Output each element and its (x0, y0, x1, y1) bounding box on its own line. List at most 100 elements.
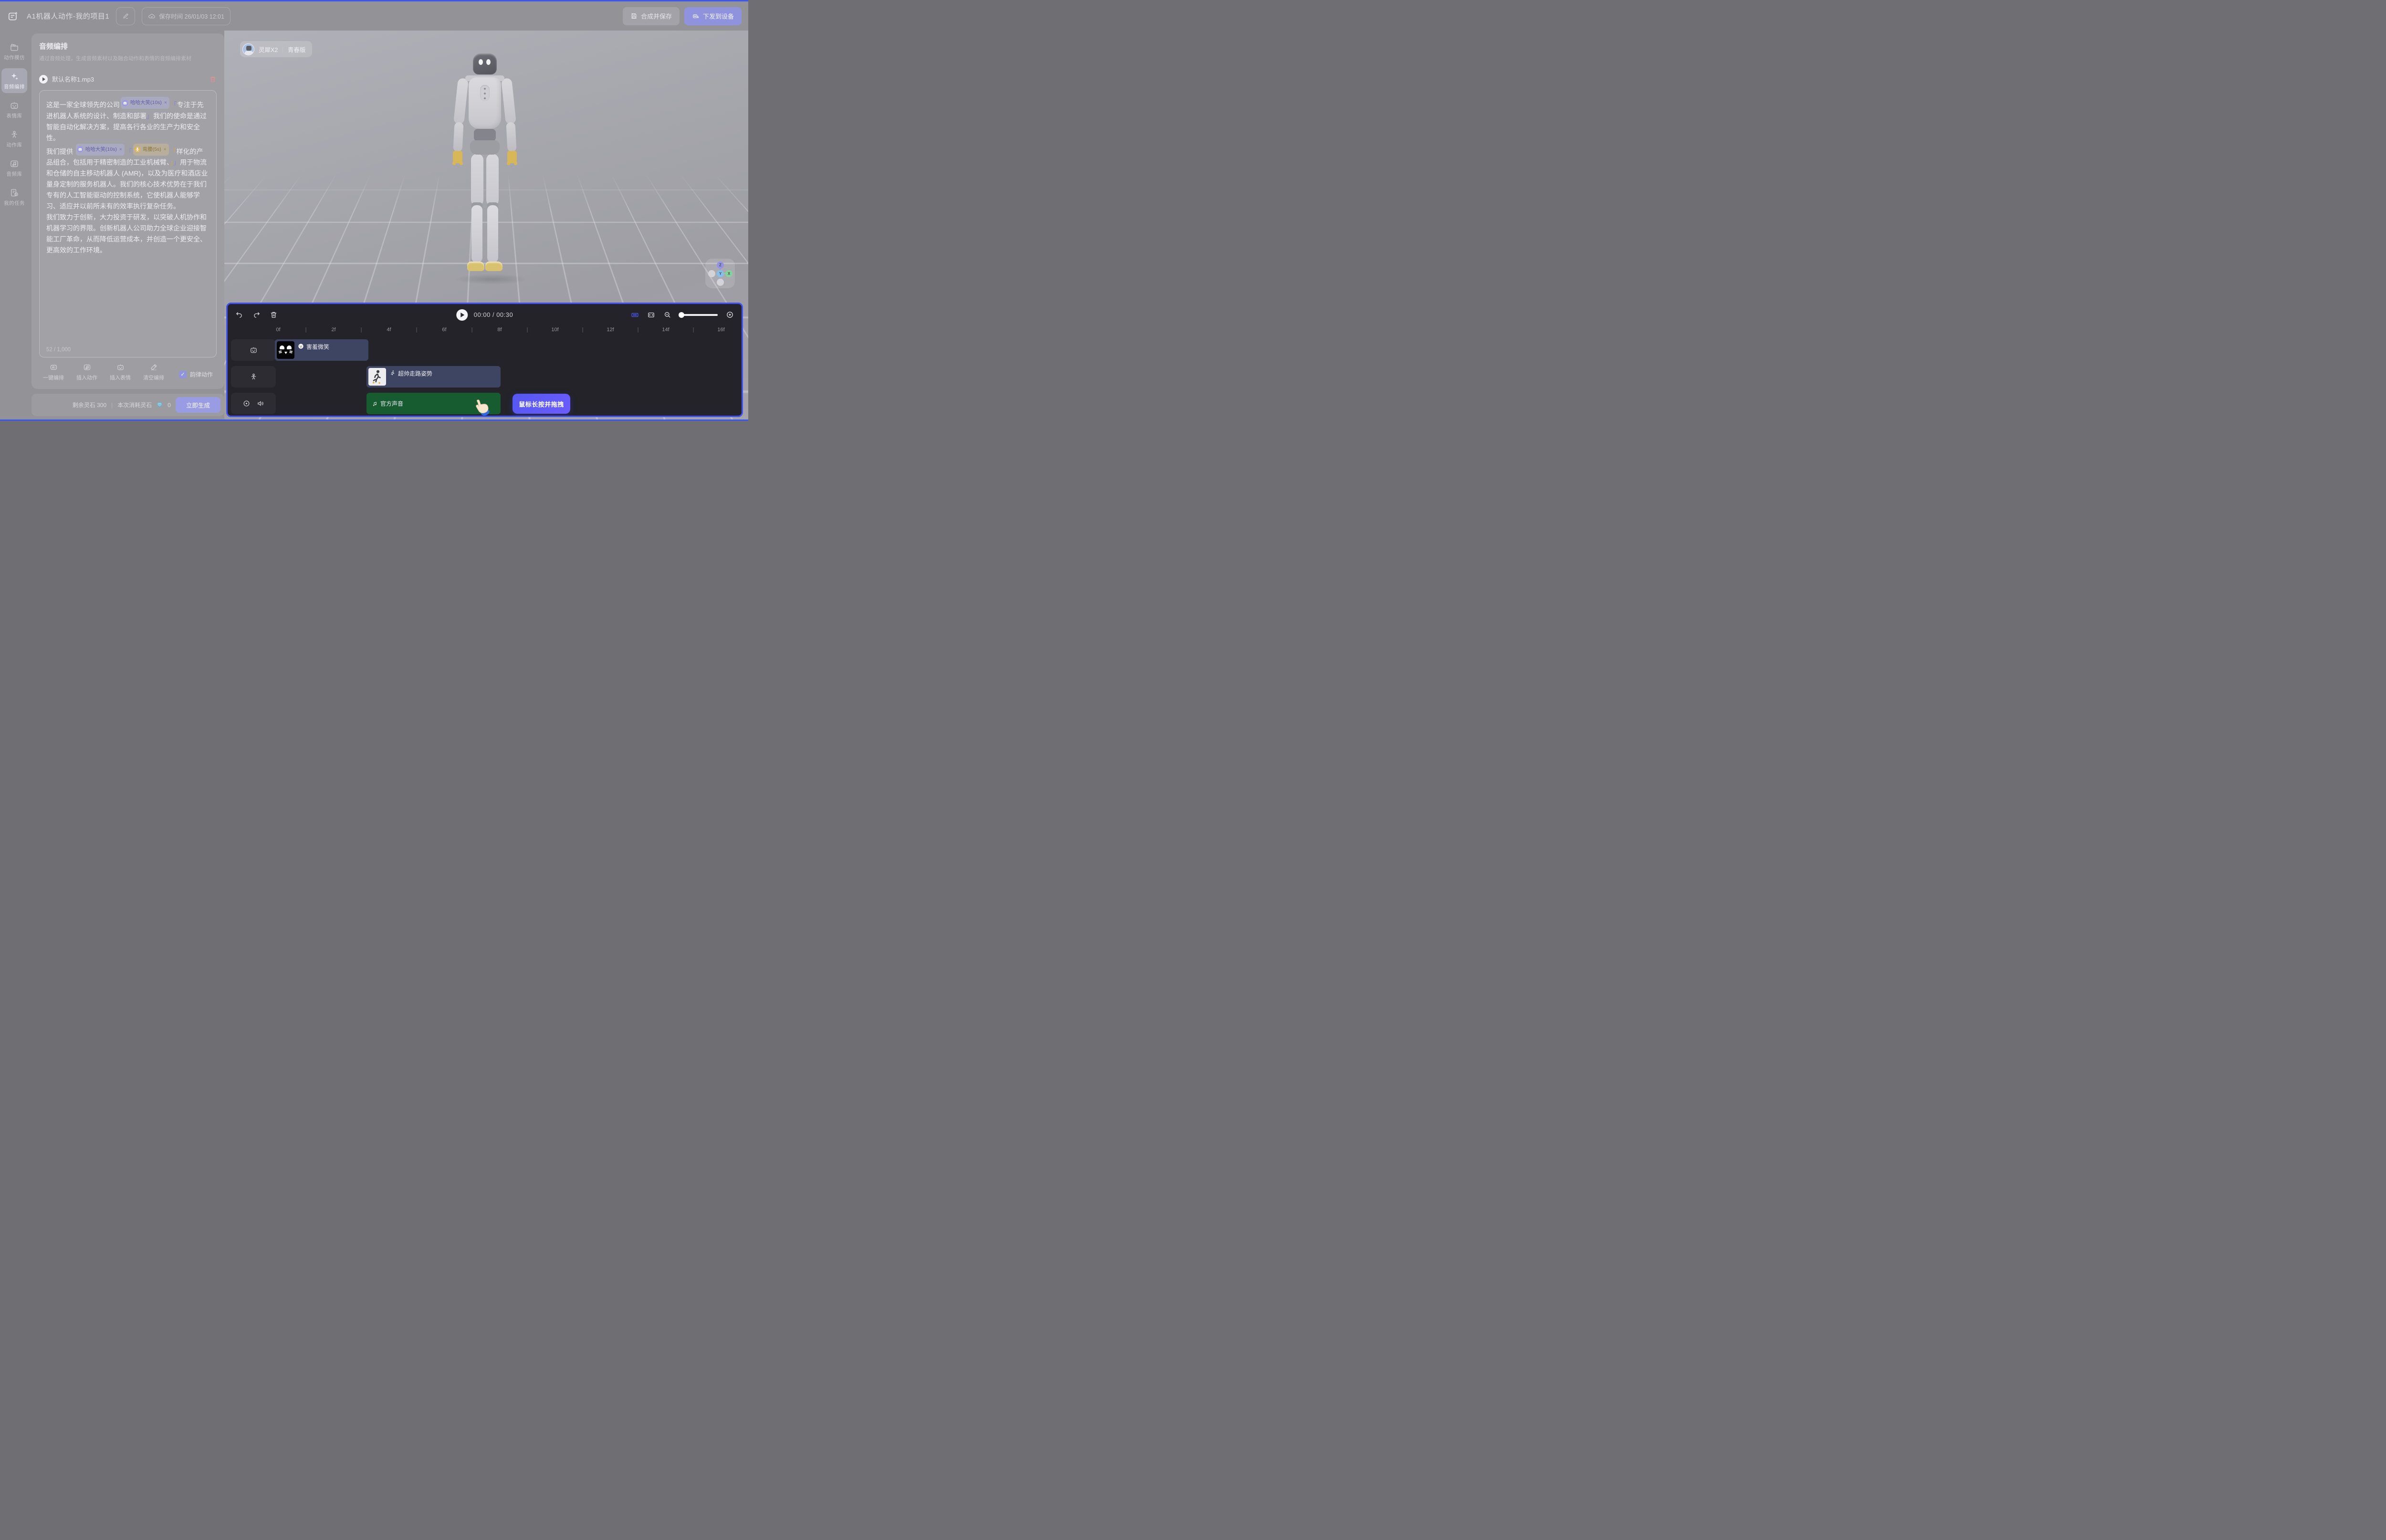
axis-y-handle[interactable]: Y (717, 270, 724, 277)
zoom-slider-knob[interactable] (679, 312, 684, 318)
undo-icon[interactable] (235, 311, 243, 319)
action-tag[interactable]: 弯腰(5s) × (133, 144, 169, 156)
axis-x-handle[interactable]: X (725, 270, 733, 277)
sidebar-item-label: 动作模仿 (4, 54, 25, 61)
sidebar-item-sparkle[interactable]: 音频编排 (1, 68, 27, 93)
audio-file-name: 默认名称1.mp3 (52, 74, 205, 84)
sidebar-item-clapper[interactable]: 动作模仿 (1, 39, 27, 64)
model-chip-text: 灵犀X2｜青春版 (259, 45, 305, 54)
sidebar-item-music[interactable]: 音频库 (1, 156, 27, 180)
redo-icon[interactable] (252, 311, 261, 319)
sparkle-icon (10, 72, 19, 81)
deploy-device-button[interactable]: 下发到设备 (684, 7, 742, 25)
tutorial-highlight-top-line (0, 0, 748, 1)
rhythm-checkbox[interactable]: ✓ (179, 371, 187, 378)
audio-file-row: 默认名称1.mp3 (39, 74, 217, 84)
auto-snap-icon[interactable] (631, 311, 639, 319)
ruler-tick: | (352, 327, 371, 333)
ruler-label: 8f (490, 327, 509, 333)
rhythm-motion-toggle[interactable]: ✓ 韵律动作 (179, 370, 213, 381)
sidebar-item-label: 表情库 (7, 112, 22, 119)
clip-label: 害羞微笑 (294, 341, 329, 359)
editor-action-music[interactable]: 插入动作 (76, 363, 97, 381)
sidebar-item-tasks[interactable]: 我的任务 (1, 185, 27, 210)
editor-action-label: 一键编排 (43, 374, 64, 381)
robot-arm-left (453, 78, 469, 125)
face-icon (250, 346, 258, 354)
rhythm-checkbox-label: 韵律动作 (190, 370, 213, 378)
ruler-tick: | (684, 327, 703, 333)
sidebar-item-label: 音频库 (7, 170, 22, 178)
ruler-label: 12f (601, 327, 620, 333)
audio-arrangement-panel: 音频编排 通过音频处理，生成音频素材以及融合动作和表情的音频编排素材 默认名称1… (31, 33, 224, 389)
ruler-label: 14f (656, 327, 675, 333)
zoom-out-icon[interactable] (663, 311, 671, 319)
generate-footer: 剩余灵石 300 | 本次消耗灵石 0 立即生成 (31, 394, 224, 416)
clip-label-text: 超帅走路姿势 (398, 369, 432, 377)
range-quote-mark: 「 (170, 147, 177, 155)
editor-action-ai[interactable]: 一键编排 (43, 363, 64, 381)
timeline-time: 00:00 / 00:30 (474, 311, 513, 318)
time-current: 00:00 (474, 311, 491, 318)
timeline-clip[interactable]: 超帅走路姿势 (366, 366, 501, 388)
delete-clip-icon[interactable] (270, 311, 278, 319)
robot-shadow (456, 274, 527, 284)
action-track-header[interactable] (231, 366, 276, 388)
ruler-label: 16f (712, 327, 731, 333)
rename-button[interactable] (116, 7, 135, 25)
model-chip[interactable]: 灵犀X2｜青春版 (240, 41, 312, 57)
merge-save-button[interactable]: 合成并保存 (623, 7, 680, 25)
generate-now-button[interactable]: 立即生成 (176, 397, 220, 413)
script-editor[interactable]: 这是一家全球领先的公司 哈哈大笑(10s) × 「专注于先进机器人系统的设计、制… (39, 90, 217, 357)
ruler-tick: | (462, 327, 481, 333)
floppy-icon (630, 12, 638, 20)
robot-arm-right (501, 78, 516, 125)
audio-track-header[interactable] (231, 393, 276, 414)
ruler-label: 10f (545, 327, 565, 333)
sidebar-item-face[interactable]: 表情库 (1, 97, 27, 122)
action-thumbnail (368, 368, 386, 386)
axis-negative-x-handle[interactable] (708, 270, 715, 277)
person-icon (10, 130, 19, 139)
cost-value: 0 (167, 402, 171, 409)
robot-shin-left (471, 205, 482, 262)
ruler-label: 0f (269, 327, 288, 333)
robot-download-icon (692, 12, 700, 20)
delete-audio-icon[interactable] (209, 75, 217, 83)
range-quote-mark: 」 (147, 112, 153, 120)
axis-gizmo[interactable]: Z Y X (705, 259, 735, 288)
axis-negative-z-handle[interactable] (717, 279, 724, 286)
timeline-ruler[interactable]: 0f|2f|4f|6f|8f|10f|12f|14f|16f (228, 325, 742, 337)
expression-tag[interactable]: 哈哈大笑(10s) × (121, 97, 169, 109)
timeline-zoom-slider[interactable] (680, 314, 718, 316)
remove-tag-icon[interactable]: × (164, 144, 167, 155)
remove-tag-icon[interactable]: × (164, 97, 167, 108)
char-counter: 52 / 1,000 (46, 347, 71, 353)
timeline-clip[interactable]: 害羞微笑 (275, 339, 368, 361)
person-icon (250, 373, 258, 381)
zoom-in-icon[interactable] (726, 311, 734, 319)
ruler-label: 6f (435, 327, 454, 333)
editor-action-label: 插入动作 (76, 374, 97, 381)
ruler-label: 2f (324, 327, 343, 333)
editor-action-face[interactable]: 插入表情 (110, 363, 131, 381)
fit-timeline-icon[interactable] (647, 311, 655, 319)
axis-z-handle[interactable]: Z (717, 262, 724, 269)
panel-title: 音频编排 (39, 41, 217, 51)
sidebar-item-person[interactable]: 动作库 (1, 126, 27, 151)
remove-tag-icon[interactable]: × (119, 144, 122, 155)
tutorial-drag-hint-button[interactable]: 鼠标长按并拖拽 (513, 394, 570, 414)
ruler-tick: | (518, 327, 537, 333)
expression-track-header[interactable] (231, 339, 276, 361)
ruler-tick: | (573, 327, 592, 333)
robot-pelvis (470, 140, 500, 155)
timeline-play-button[interactable] (456, 309, 468, 321)
expression-tag[interactable]: 哈哈大笑(10s) × (76, 144, 125, 156)
app-window: A1机器人动作-我的项目1 保存时间 26/01/03 12:01 合成并保存 (0, 0, 748, 421)
editor-action-clear[interactable]: 清空编排 (143, 363, 164, 381)
ruler-tick: | (628, 327, 648, 333)
robot-forearm-right (506, 122, 516, 152)
robot-model[interactable] (446, 53, 532, 302)
save-time-pill: 保存时间 26/01/03 12:01 (142, 7, 230, 25)
play-audio-button[interactable] (39, 75, 48, 84)
